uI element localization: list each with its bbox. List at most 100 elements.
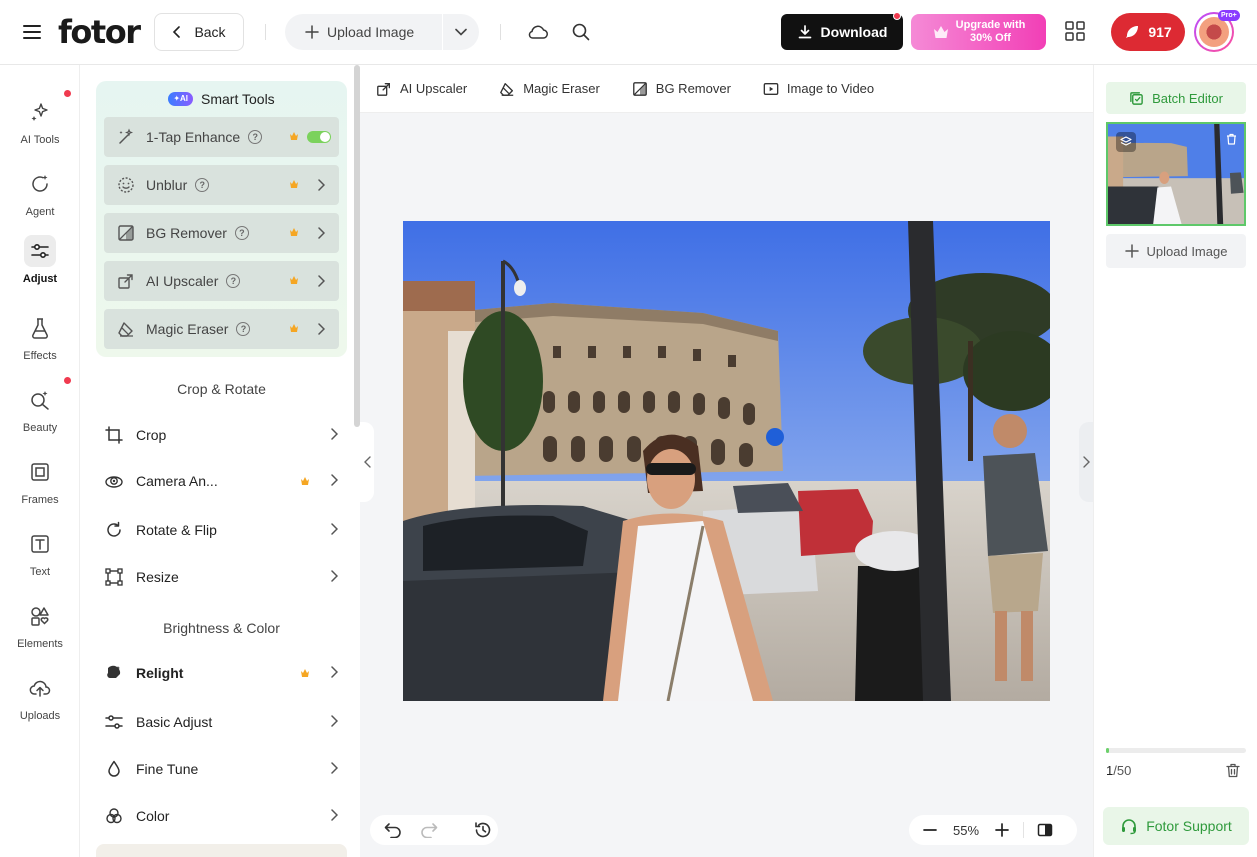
chevron-right-icon <box>330 428 338 440</box>
smart-tool-unblur[interactable]: Unblur ? <box>104 165 339 205</box>
image-count-total: /50 <box>1113 763 1132 778</box>
toolbar-label: AI Upscaler <box>400 81 468 96</box>
tool-label: Crop <box>136 427 167 443</box>
rail-item-elements[interactable]: Elements <box>0 600 80 664</box>
rail-item-text[interactable]: Text <box>0 528 80 592</box>
fotor-logo[interactable]: fotor <box>58 13 141 51</box>
smart-tool-label: AI Upscaler <box>146 273 219 289</box>
search-icon[interactable] <box>569 20 593 44</box>
compare-icon[interactable] <box>1036 821 1054 839</box>
menu-icon[interactable] <box>22 22 42 42</box>
credits-count: 917 <box>1148 24 1172 40</box>
upload-image-button[interactable]: Upload Image <box>285 14 442 50</box>
trash-icon[interactable] <box>1226 763 1242 779</box>
help-icon[interactable]: ? <box>236 322 251 336</box>
collapse-left-panel-button[interactable] <box>360 422 374 502</box>
trash-icon[interactable] <box>1224 132 1238 146</box>
help-icon[interactable]: ? <box>234 226 249 240</box>
help-icon[interactable]: ? <box>195 178 210 192</box>
canvas-image[interactable] <box>403 221 1050 701</box>
smart-tool-1-tap-enhance[interactable]: 1-Tap Enhance ? <box>104 117 339 157</box>
chevron-right-icon <box>330 523 338 535</box>
help-icon[interactable]: ? <box>226 274 241 288</box>
smart-tools-label: Smart Tools <box>201 91 275 107</box>
tool-rotate-flip[interactable]: Rotate & Flip <box>104 510 338 550</box>
flask-icon <box>32 318 48 339</box>
smart-tool-bg-remover[interactable]: BG Remover ? <box>104 213 339 253</box>
upgrade-button[interactable]: Upgrade with 30% Off <box>911 14 1046 50</box>
chevron-right-icon <box>330 474 338 486</box>
redo-icon[interactable] <box>420 821 438 839</box>
rail-item-beauty[interactable]: Beauty <box>0 384 80 448</box>
rail-item-adjust[interactable]: Adjust <box>0 235 80 299</box>
tool-color[interactable]: Color <box>104 796 338 836</box>
quick-toolbar: AI Upscaler Magic Eraser BG Remover Imag… <box>360 65 1093 113</box>
bg-remove-icon <box>118 225 134 241</box>
rail-item-ai-tools[interactable]: AI Tools <box>0 96 80 160</box>
chevron-right-icon <box>317 323 325 335</box>
back-label: Back <box>194 24 226 40</box>
avatar-image <box>1199 17 1229 47</box>
apps-grid-icon[interactable] <box>1064 20 1086 42</box>
enhance-toggle[interactable] <box>307 131 331 143</box>
toolbar-image-to-video[interactable]: Image to Video <box>763 81 874 97</box>
rail-label: Uploads <box>19 710 61 722</box>
tool-label: Resize <box>136 569 179 585</box>
layers-icon[interactable] <box>1116 132 1136 152</box>
back-button[interactable]: Back <box>154 13 244 51</box>
upload-options-dropdown[interactable] <box>443 14 479 50</box>
crown-icon <box>289 227 299 237</box>
zoom-level[interactable]: 55% <box>939 823 993 838</box>
rail-item-uploads[interactable]: Uploads <box>0 672 80 736</box>
toolbar-ai-upscaler[interactable]: AI Upscaler <box>376 81 467 97</box>
upscale-icon <box>118 274 133 289</box>
beauty-icon <box>31 391 49 410</box>
toolbar-magic-eraser[interactable]: Magic Eraser <box>499 81 600 97</box>
left-rail: AI Tools Agent Adjust Effects Beauty Fra… <box>0 65 80 857</box>
toolbar-label: BG Remover <box>655 81 731 96</box>
toolbar-bg-remover[interactable]: BG Remover <box>632 81 731 97</box>
toolbar-label: Image to Video <box>786 81 875 96</box>
tool-crop[interactable]: Crop <box>104 415 338 455</box>
rail-label: Text <box>29 566 51 578</box>
right-upload-image-button[interactable]: Upload Image <box>1106 234 1246 268</box>
top-header: fotor Back Upload Image Download Upgrade… <box>0 0 1257 65</box>
undo-icon[interactable] <box>384 821 402 839</box>
image-thumbnail[interactable] <box>1106 122 1246 226</box>
smart-tool-ai-upscaler[interactable]: AI Upscaler ? <box>104 261 339 301</box>
batch-editor-button[interactable]: Batch Editor <box>1106 82 1246 114</box>
tool-resize[interactable]: Resize <box>104 557 338 597</box>
help-icon[interactable]: ? <box>248 130 263 144</box>
smart-tool-label: Unblur <box>146 177 188 193</box>
rail-label: AI Tools <box>20 134 60 146</box>
tool-relight[interactable]: Relight <box>104 653 338 693</box>
cloud-icon[interactable] <box>526 20 550 44</box>
color-circles-icon <box>106 808 122 824</box>
tool-basic-adjust[interactable]: Basic Adjust <box>104 702 338 742</box>
crown-icon <box>289 323 299 333</box>
tool-label: Fine Tune <box>136 761 199 777</box>
toolbar-label: Magic Eraser <box>523 81 600 96</box>
rail-item-effects[interactable]: Effects <box>0 312 80 376</box>
zoom-in-icon[interactable] <box>993 821 1011 839</box>
chevron-right-icon <box>317 179 325 191</box>
history-icon[interactable] <box>474 821 492 839</box>
right-upload-label: Upload Image <box>1146 243 1228 259</box>
collapse-right-panel-button[interactable] <box>1079 422 1093 502</box>
resize-icon <box>105 568 123 586</box>
download-button[interactable]: Download <box>781 12 903 50</box>
credits-button[interactable]: 917 <box>1111 13 1185 51</box>
tool-label: Camera An... <box>136 473 218 489</box>
tool-fine-tune[interactable]: Fine Tune <box>104 749 338 789</box>
rail-item-frames[interactable]: Frames <box>0 456 80 520</box>
chevron-right-icon <box>317 227 325 239</box>
smart-tool-magic-eraser[interactable]: Magic Eraser ? <box>104 309 339 349</box>
pro-badge: Pro+ <box>1218 10 1240 21</box>
header-divider <box>265 24 266 40</box>
tool-camera-angle[interactable]: Camera An... <box>104 461 338 501</box>
video-icon <box>763 82 779 95</box>
fotor-support-button[interactable]: Fotor Support <box>1103 807 1249 845</box>
zoom-out-icon[interactable] <box>921 821 939 839</box>
frame-icon <box>31 463 49 481</box>
rail-item-agent[interactable]: Agent <box>0 168 80 232</box>
